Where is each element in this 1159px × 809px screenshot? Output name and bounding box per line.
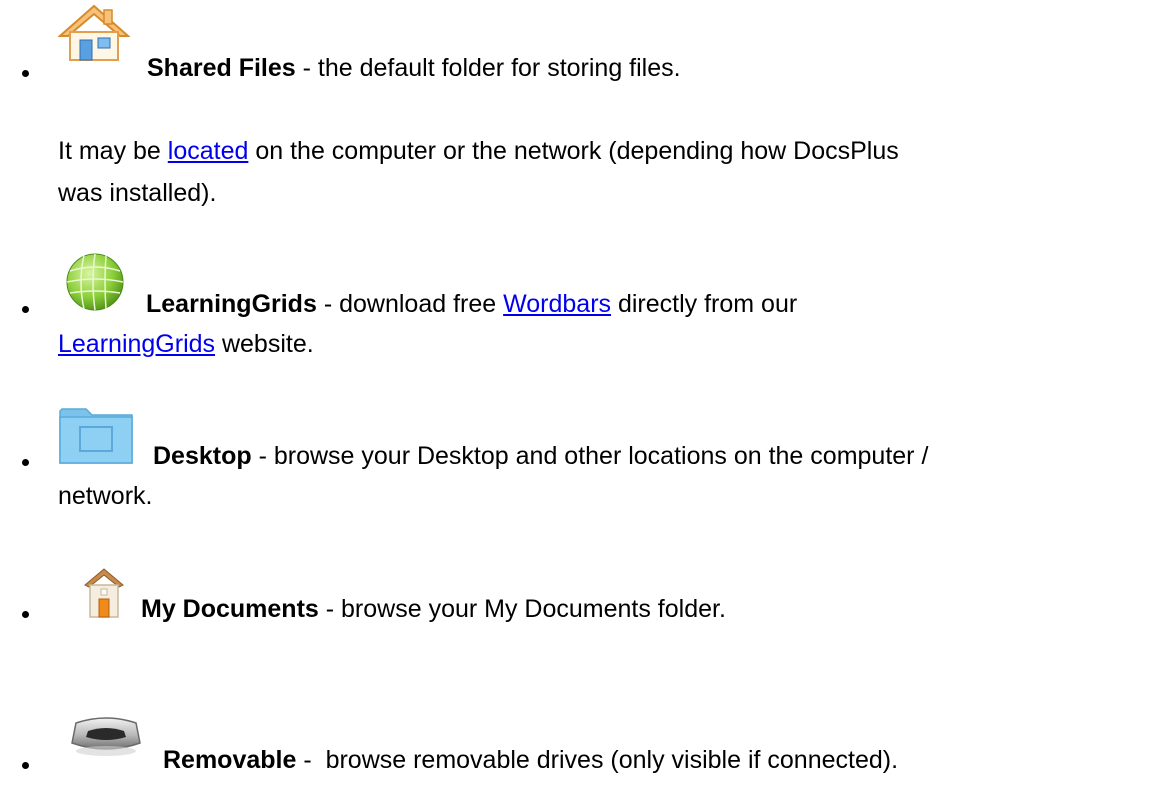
bullet <box>22 611 29 618</box>
item-description: browse removable drives (only visible if… <box>325 746 899 774</box>
separator: - <box>296 746 326 774</box>
separator: - <box>251 442 274 470</box>
item-title: My Documents <box>141 595 319 623</box>
note-text-line2: was installed). <box>58 179 217 207</box>
item-description-line2: website. <box>215 330 314 358</box>
globe-icon[interactable] <box>64 251 126 313</box>
wordbars-link[interactable]: Wordbars <box>503 290 611 318</box>
separator: - <box>295 54 318 82</box>
item-title: Shared Files <box>147 54 296 82</box>
item-description: browse your Desktop and other locations … <box>273 442 929 470</box>
item-description: browse your My Documents folder. <box>341 595 726 623</box>
separator: - <box>318 595 342 623</box>
folder-icon[interactable] <box>58 403 134 465</box>
item-description: the default folder for storing files. <box>317 54 681 82</box>
item-title: Removable <box>163 746 297 774</box>
item-title: Desktop <box>153 442 252 470</box>
bullet <box>22 459 29 466</box>
item-description-line2: network. <box>58 482 153 510</box>
note-text: It may be <box>58 137 168 165</box>
bullet <box>22 70 29 77</box>
removable-drive-icon[interactable] <box>68 713 144 761</box>
item-description: directly from our <box>611 290 798 318</box>
note-text: on the computer or the network (dependin… <box>248 137 899 165</box>
home-icon[interactable] <box>84 567 124 619</box>
learninggrids-link[interactable]: LearningGrids <box>58 330 215 358</box>
bullet <box>22 306 29 313</box>
located-link[interactable]: located <box>168 137 249 165</box>
house-icon[interactable] <box>58 4 130 62</box>
item-description: download free <box>339 290 504 318</box>
separator: - <box>316 290 340 318</box>
bullet <box>22 762 29 769</box>
item-title: LearningGrids <box>146 290 317 318</box>
